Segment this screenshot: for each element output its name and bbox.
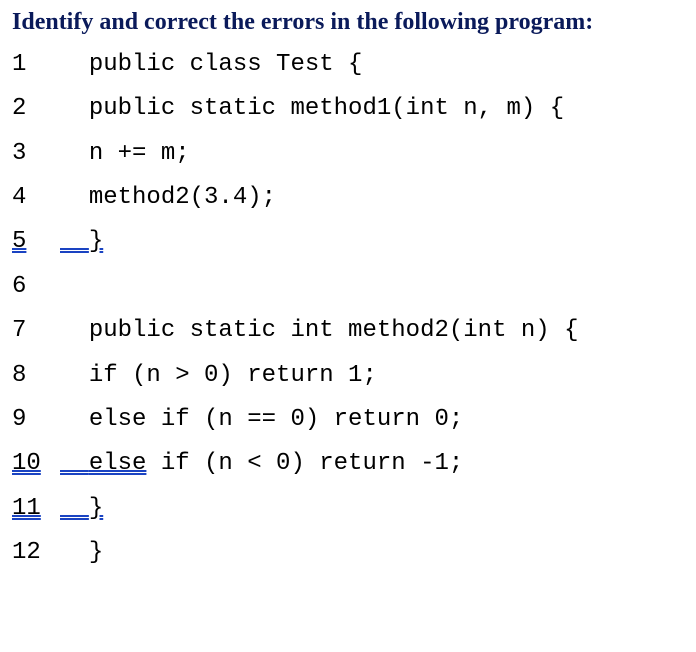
line-number: 11 bbox=[12, 487, 60, 531]
line-number: 4 bbox=[12, 176, 60, 220]
code-text: if (n > 0) return 1; bbox=[89, 362, 377, 389]
code-indent bbox=[60, 95, 89, 122]
code-text: } bbox=[89, 495, 103, 522]
code-indent bbox=[60, 51, 89, 78]
line-number: 12 bbox=[12, 531, 60, 575]
code-text: public static method1(int n, m) { bbox=[89, 95, 564, 122]
line-number: 5 bbox=[12, 220, 60, 264]
code-text-post: if (n < 0) return -1; bbox=[146, 450, 463, 477]
code-indent bbox=[60, 539, 89, 566]
code-line: 3 n += m; bbox=[12, 132, 684, 176]
code-line: 4 method2(3.4); bbox=[12, 176, 684, 220]
code-indent bbox=[60, 228, 89, 255]
line-number: 3 bbox=[12, 132, 60, 176]
code-indent bbox=[60, 362, 89, 389]
code-indent bbox=[60, 450, 89, 477]
code-text: public class Test { bbox=[89, 51, 363, 78]
code-indent bbox=[60, 184, 89, 211]
code-text: else if (n == 0) return 0; bbox=[89, 406, 463, 433]
code-text: public static int method2(int n) { bbox=[89, 317, 579, 344]
line-number: 10 bbox=[12, 442, 60, 486]
line-number: 2 bbox=[12, 87, 60, 131]
code-line: 1 public class Test { bbox=[12, 43, 684, 87]
code-line: 9 else if (n == 0) return 0; bbox=[12, 398, 684, 442]
line-number: 7 bbox=[12, 309, 60, 353]
code-text: method2(3.4); bbox=[89, 184, 276, 211]
code-text: n += m; bbox=[89, 140, 190, 167]
code-line: 5 } bbox=[12, 220, 684, 264]
code-line: 2 public static method1(int n, m) { bbox=[12, 87, 684, 131]
code-text: } bbox=[89, 539, 103, 566]
code-indent bbox=[60, 317, 89, 344]
code-block: 1 public class Test { 2 public static me… bbox=[12, 43, 684, 576]
code-line: 6 bbox=[12, 265, 684, 309]
line-number: 8 bbox=[12, 354, 60, 398]
code-line: 11 } bbox=[12, 487, 684, 531]
code-indent bbox=[60, 140, 89, 167]
code-line: 7 public static int method2(int n) { bbox=[12, 309, 684, 353]
code-indent bbox=[60, 495, 89, 522]
code-line: 12 } bbox=[12, 531, 684, 575]
line-number: 6 bbox=[12, 265, 60, 309]
code-indent bbox=[60, 406, 89, 433]
code-text-pre: else bbox=[89, 450, 147, 477]
line-number: 9 bbox=[12, 398, 60, 442]
line-number: 1 bbox=[12, 43, 60, 87]
question-heading: Identify and correct the errors in the f… bbox=[12, 8, 684, 37]
code-text: } bbox=[89, 228, 103, 255]
code-line: 8 if (n > 0) return 1; bbox=[12, 354, 684, 398]
code-line: 10 else if (n < 0) return -1; bbox=[12, 442, 684, 486]
